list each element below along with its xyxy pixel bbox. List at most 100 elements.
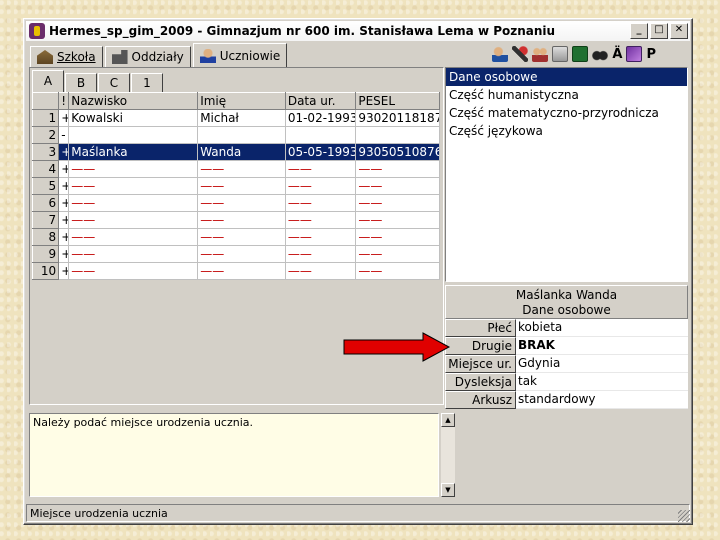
- table-row[interactable]: 10+————————: [31, 262, 440, 280]
- row-flag[interactable]: +: [58, 211, 70, 229]
- save-icon[interactable]: [572, 46, 589, 62]
- list-item[interactable]: Część językowa: [446, 122, 687, 140]
- add-student-icon[interactable]: [492, 46, 509, 62]
- cell-name[interactable]: ——: [197, 245, 286, 263]
- row-number[interactable]: 3: [31, 143, 60, 161]
- students-icon[interactable]: [532, 46, 549, 62]
- row-number[interactable]: 2: [31, 126, 60, 144]
- message-scrollbar[interactable]: ▲ ▼: [441, 413, 455, 497]
- cell-dob[interactable]: ——: [285, 228, 357, 246]
- resize-grip-icon[interactable]: [678, 510, 690, 522]
- title-bar[interactable]: Hermes_sp_gim_2009 - Gimnazjum nr 600 im…: [26, 21, 690, 41]
- tab-oddzialy[interactable]: Oddziały: [104, 46, 191, 67]
- binoculars-icon[interactable]: [592, 46, 609, 62]
- copy-icon[interactable]: [552, 46, 569, 62]
- cell-surname[interactable]: Kowalski: [68, 109, 199, 127]
- tab-class-a[interactable]: A: [32, 70, 64, 92]
- cell-pesel[interactable]: [355, 126, 440, 144]
- cell-pesel[interactable]: ——: [355, 262, 440, 280]
- cell-surname[interactable]: [68, 126, 199, 144]
- cell-surname[interactable]: ——: [68, 228, 199, 246]
- row-flag[interactable]: +: [58, 109, 70, 127]
- table-row[interactable]: 6+————————: [31, 194, 440, 212]
- row-number[interactable]: 7: [31, 211, 60, 229]
- minimize-button[interactable]: _: [630, 23, 648, 39]
- cell-pesel[interactable]: 93020118187: [355, 109, 440, 127]
- cell-name[interactable]: ——: [197, 177, 286, 195]
- cell-pesel[interactable]: ——: [355, 211, 440, 229]
- cell-dob[interactable]: ——: [285, 160, 357, 178]
- cell-pesel[interactable]: ——: [355, 194, 440, 212]
- cell-dob[interactable]: ——: [285, 211, 357, 229]
- row-flag[interactable]: +: [58, 245, 70, 263]
- cell-surname[interactable]: ——: [68, 177, 199, 195]
- cell-surname[interactable]: Maślanka: [68, 143, 199, 161]
- tab-class-c[interactable]: C: [98, 73, 130, 92]
- row-flag[interactable]: +: [58, 177, 70, 195]
- tab-uczniowie[interactable]: Uczniowie: [192, 43, 288, 67]
- column-header-pesel[interactable]: PESEL: [355, 92, 440, 110]
- cell-name[interactable]: Michał: [197, 109, 286, 127]
- birthplace-value[interactable]: Gdynia: [516, 355, 688, 373]
- table-row[interactable]: 9+————————: [31, 245, 440, 263]
- list-item[interactable]: Część humanistyczna: [446, 86, 687, 104]
- table-row[interactable]: 1+KowalskiMichał01-02-199393020118187: [31, 109, 440, 127]
- cell-name[interactable]: ——: [197, 211, 286, 229]
- cell-dob[interactable]: [285, 126, 357, 144]
- cell-dob[interactable]: ——: [285, 194, 357, 212]
- column-header-surname[interactable]: Nazwisko: [68, 92, 199, 110]
- special-chars-button[interactable]: Ä: [612, 47, 622, 62]
- table-row[interactable]: 3+MaślankaWanda05-05-199393050510876: [31, 143, 440, 161]
- gender-value[interactable]: kobieta: [516, 319, 688, 337]
- tab-class-b[interactable]: B: [65, 73, 97, 92]
- cell-name[interactable]: ——: [197, 194, 286, 212]
- cell-dob[interactable]: ——: [285, 262, 357, 280]
- dyslexia-value[interactable]: tak: [516, 373, 688, 391]
- row-number[interactable]: 1: [31, 109, 60, 127]
- second-name-button[interactable]: Drugie imię: [445, 337, 516, 369]
- table-row[interactable]: 7+————————: [31, 211, 440, 229]
- gender-button[interactable]: Płeć: [445, 319, 516, 337]
- row-number[interactable]: 8: [31, 228, 60, 246]
- row-flag[interactable]: +: [58, 262, 70, 280]
- tab-szkola[interactable]: Szkoła: [30, 46, 103, 67]
- cell-surname[interactable]: ——: [68, 262, 199, 280]
- second-name-value[interactable]: BRAK: [516, 337, 688, 355]
- row-flag[interactable]: +: [58, 194, 70, 212]
- column-header-dob[interactable]: Data ur.: [284, 92, 357, 110]
- row-number[interactable]: 4: [31, 160, 60, 178]
- cell-surname[interactable]: ——: [68, 160, 199, 178]
- dyslexia-button[interactable]: Dysleksja: [445, 373, 516, 391]
- row-number[interactable]: 9: [31, 245, 60, 263]
- cell-pesel[interactable]: 93050510876: [355, 143, 440, 161]
- cell-surname[interactable]: ——: [68, 245, 199, 263]
- cell-pesel[interactable]: ——: [355, 177, 440, 195]
- cell-dob[interactable]: 05-05-1993: [285, 143, 357, 161]
- table-row[interactable]: 2-: [31, 126, 440, 144]
- cell-name[interactable]: [197, 126, 286, 144]
- cell-dob[interactable]: 01-02-1993: [285, 109, 357, 127]
- cell-surname[interactable]: ——: [68, 211, 199, 229]
- table-row[interactable]: 4+————————: [31, 160, 440, 178]
- row-number[interactable]: 5: [31, 177, 60, 195]
- cell-dob[interactable]: ——: [285, 177, 357, 195]
- cell-dob[interactable]: ——: [285, 245, 357, 263]
- scroll-up-icon[interactable]: ▲: [441, 413, 455, 427]
- row-flag[interactable]: +: [58, 228, 70, 246]
- scroll-down-icon[interactable]: ▼: [441, 483, 455, 497]
- cell-name[interactable]: ——: [197, 228, 286, 246]
- table-row[interactable]: 5+————————: [31, 177, 440, 195]
- column-header-flag[interactable]: !: [58, 92, 70, 110]
- print-button[interactable]: P: [646, 47, 656, 62]
- maximize-button[interactable]: □: [650, 23, 668, 39]
- cell-pesel[interactable]: ——: [355, 245, 440, 263]
- list-item[interactable]: Część matematyczno-przyrodnicza: [446, 104, 687, 122]
- cell-pesel[interactable]: ——: [355, 228, 440, 246]
- cell-name[interactable]: ——: [197, 262, 286, 280]
- sheet-value[interactable]: standardowy: [516, 391, 688, 409]
- cell-name[interactable]: ——: [197, 160, 286, 178]
- cell-surname[interactable]: ——: [68, 194, 199, 212]
- birthplace-button[interactable]: Miejsce ur.: [445, 355, 516, 373]
- row-flag[interactable]: -: [58, 126, 70, 144]
- table-row[interactable]: 8+————————: [31, 228, 440, 246]
